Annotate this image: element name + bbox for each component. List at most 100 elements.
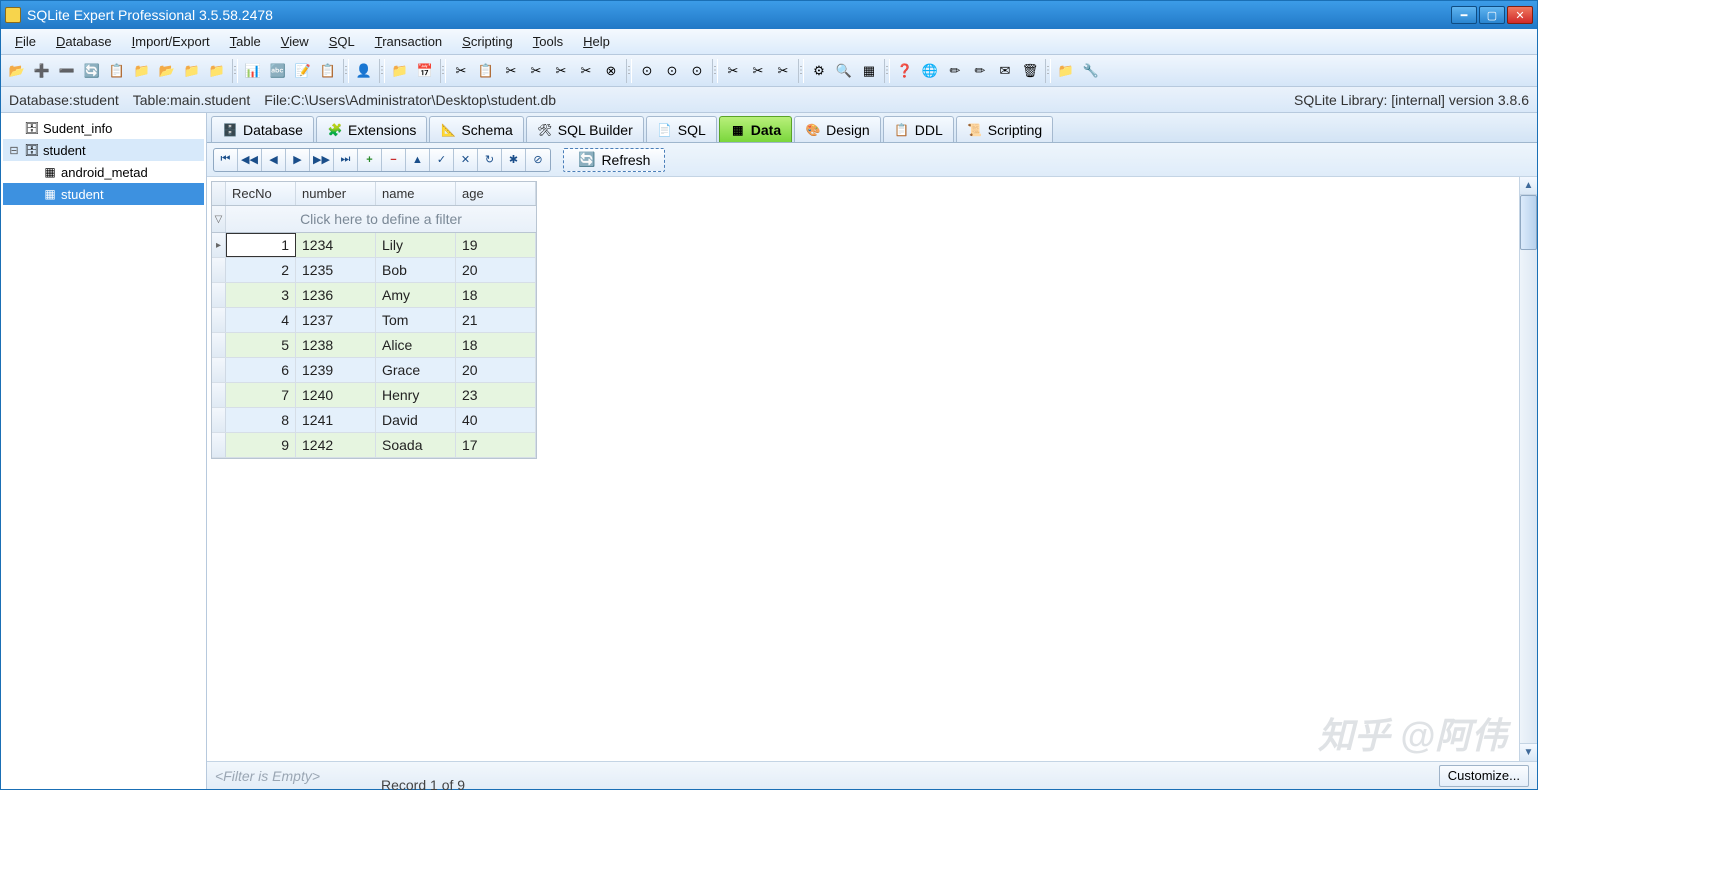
- tab-database[interactable]: 🗄️Database: [211, 116, 314, 142]
- toolbar-button-40[interactable]: ❓: [893, 59, 917, 83]
- column-header-recno[interactable]: RecNo: [226, 182, 296, 205]
- refresh-button[interactable]: 🔄 Refresh: [563, 148, 665, 172]
- table-row[interactable]: 51238Alice18: [212, 333, 536, 358]
- cell-recno[interactable]: 4: [226, 308, 296, 332]
- cell-age[interactable]: 20: [456, 358, 536, 382]
- toolbar-button-45[interactable]: 🗑: [1018, 59, 1042, 83]
- table-row[interactable]: ▸11234Lily19: [212, 233, 536, 258]
- tab-sqlbuilder[interactable]: 🛠SQL Builder: [526, 116, 644, 142]
- nav-button-0[interactable]: ⏮: [214, 149, 238, 171]
- toolbar-button-23[interactable]: ✂: [524, 59, 548, 83]
- toolbar-button-22[interactable]: ✂: [499, 59, 523, 83]
- cell-number[interactable]: 1234: [296, 233, 376, 257]
- cell-number[interactable]: 1240: [296, 383, 376, 407]
- nav-button-6[interactable]: +: [358, 149, 382, 171]
- cell-age[interactable]: 17: [456, 433, 536, 457]
- cell-name[interactable]: Amy: [376, 283, 456, 307]
- scroll-up-icon[interactable]: ▲: [1520, 177, 1537, 195]
- toolbar-button-37[interactable]: 🔍: [832, 59, 856, 83]
- toolbar-button-12[interactable]: 📝: [291, 59, 315, 83]
- tree-node-androidmetad[interactable]: ▦android_metad: [3, 161, 204, 183]
- tab-scripting[interactable]: 📜Scripting: [956, 116, 1053, 142]
- cell-age[interactable]: 23: [456, 383, 536, 407]
- filter-row[interactable]: ▽ Click here to define a filter: [212, 206, 536, 233]
- tab-design[interactable]: 🎨Design: [794, 116, 881, 142]
- cell-name[interactable]: Henry: [376, 383, 456, 407]
- toolbar-button-43[interactable]: ✏: [968, 59, 992, 83]
- menu-database[interactable]: Database: [48, 31, 120, 52]
- nav-button-12[interactable]: ✱: [502, 149, 526, 171]
- column-header-number[interactable]: number: [296, 182, 376, 205]
- toolbar-button-36[interactable]: ⚙: [807, 59, 831, 83]
- toolbar-button-1[interactable]: ➕: [30, 59, 54, 83]
- table-row[interactable]: 31236Amy18: [212, 283, 536, 308]
- nav-button-9[interactable]: ✓: [430, 149, 454, 171]
- table-row[interactable]: 81241David40: [212, 408, 536, 433]
- toolbar-button-18[interactable]: 📅: [413, 59, 437, 83]
- toolbar-button-38[interactable]: ▦: [857, 59, 881, 83]
- toolbar-button-15[interactable]: 👤: [352, 59, 376, 83]
- cell-recno[interactable]: 9: [226, 433, 296, 457]
- nav-button-13[interactable]: ⊘: [526, 149, 550, 171]
- toolbar-button-3[interactable]: 🔄: [80, 59, 104, 83]
- tab-data[interactable]: ▦Data: [719, 116, 792, 142]
- close-button[interactable]: ✕: [1507, 6, 1533, 24]
- tab-extensions[interactable]: 🧩Extensions: [316, 116, 427, 142]
- cell-recno[interactable]: 2: [226, 258, 296, 282]
- cell-number[interactable]: 1238: [296, 333, 376, 357]
- cell-recno[interactable]: 7: [226, 383, 296, 407]
- scroll-thumb[interactable]: [1520, 195, 1537, 250]
- table-row[interactable]: 41237Tom21: [212, 308, 536, 333]
- cell-age[interactable]: 18: [456, 333, 536, 357]
- cell-recno[interactable]: 5: [226, 333, 296, 357]
- toolbar-button-5[interactable]: 📁: [130, 59, 154, 83]
- menu-tools[interactable]: Tools: [525, 31, 571, 52]
- cell-recno[interactable]: 3: [226, 283, 296, 307]
- menu-scripting[interactable]: Scripting: [454, 31, 521, 52]
- tree-node-student[interactable]: ▦student: [3, 183, 204, 205]
- cell-number[interactable]: 1236: [296, 283, 376, 307]
- cell-name[interactable]: Tom: [376, 308, 456, 332]
- customize-button[interactable]: Customize...: [1439, 765, 1529, 787]
- column-header-age[interactable]: age: [456, 182, 536, 205]
- cell-age[interactable]: 40: [456, 408, 536, 432]
- menu-table[interactable]: Table: [222, 31, 269, 52]
- toolbar-button-24[interactable]: ✂: [549, 59, 573, 83]
- menu-help[interactable]: Help: [575, 31, 618, 52]
- toolbar-button-17[interactable]: 📁: [388, 59, 412, 83]
- menu-view[interactable]: View: [273, 31, 317, 52]
- cell-name[interactable]: Alice: [376, 333, 456, 357]
- toolbar-button-34[interactable]: ✂: [771, 59, 795, 83]
- nav-button-5[interactable]: ⏭: [334, 149, 358, 171]
- cell-name[interactable]: Soada: [376, 433, 456, 457]
- tree-node-student[interactable]: ⊟🗄student: [3, 139, 204, 161]
- toolbar-button-10[interactable]: 📊: [241, 59, 265, 83]
- cell-number[interactable]: 1237: [296, 308, 376, 332]
- cell-number[interactable]: 1241: [296, 408, 376, 432]
- toolbar-button-8[interactable]: 📁: [205, 59, 229, 83]
- menu-importexport[interactable]: Import/Export: [124, 31, 218, 52]
- nav-button-7[interactable]: −: [382, 149, 406, 171]
- cell-name[interactable]: Bob: [376, 258, 456, 282]
- nav-button-2[interactable]: ◀: [262, 149, 286, 171]
- filter-hint[interactable]: Click here to define a filter: [226, 206, 536, 232]
- menu-transaction[interactable]: Transaction: [367, 31, 450, 52]
- toolbar-button-33[interactable]: ✂: [746, 59, 770, 83]
- cell-name[interactable]: David: [376, 408, 456, 432]
- toolbar-button-20[interactable]: ✂: [449, 59, 473, 83]
- toolbar-button-41[interactable]: 🌐: [918, 59, 942, 83]
- cell-number[interactable]: 1239: [296, 358, 376, 382]
- cell-age[interactable]: 21: [456, 308, 536, 332]
- toolbar-button-44[interactable]: ✉: [993, 59, 1017, 83]
- cell-age[interactable]: 19: [456, 233, 536, 257]
- toolbar-button-30[interactable]: ⊙: [685, 59, 709, 83]
- menu-sql[interactable]: SQL: [321, 31, 363, 52]
- toolbar-button-4[interactable]: 📋: [105, 59, 129, 83]
- tab-ddl[interactable]: 📋DDL: [883, 116, 954, 142]
- toolbar-button-21[interactable]: 📋: [474, 59, 498, 83]
- cell-recno[interactable]: 1: [226, 233, 296, 257]
- table-row[interactable]: 71240Henry23: [212, 383, 536, 408]
- toolbar-button-11[interactable]: 🔤: [266, 59, 290, 83]
- nav-button-8[interactable]: ▲: [406, 149, 430, 171]
- nav-button-4[interactable]: ▶▶: [310, 149, 334, 171]
